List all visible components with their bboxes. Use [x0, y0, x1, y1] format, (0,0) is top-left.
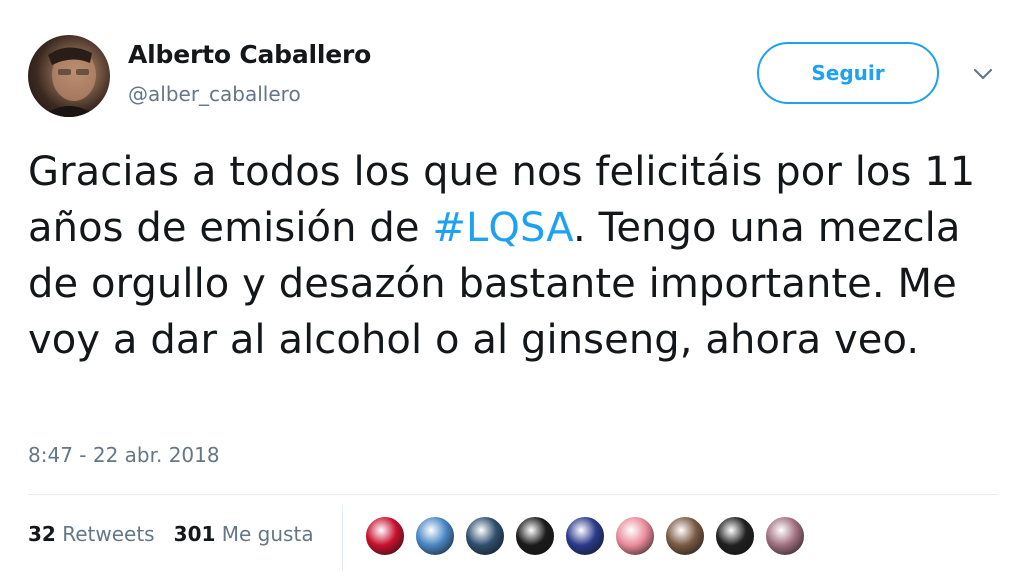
likes-label: Me gusta	[221, 522, 314, 546]
friends-photo-avatar[interactable]	[764, 515, 806, 557]
landscape-avatar[interactable]	[414, 515, 456, 557]
divider	[28, 494, 998, 495]
likers-avatars	[364, 515, 814, 557]
likes-stat[interactable]: 301 Me gusta	[174, 522, 314, 546]
tweet-stats: 32 Retweets 301 Me gusta	[28, 522, 314, 546]
group-photo-avatar[interactable]	[464, 515, 506, 557]
retweets-count: 32	[28, 522, 56, 546]
spain-flag-avatar[interactable]	[364, 515, 406, 557]
author-handle[interactable]: @alber_caballero	[128, 82, 301, 106]
couple-photo-avatar[interactable]	[664, 515, 706, 557]
user-avatar[interactable]	[28, 35, 110, 117]
chevron-down-icon[interactable]	[970, 64, 996, 84]
tweet-text: Gracias a todos los que nos felicitáis p…	[28, 144, 998, 368]
retweets-stat[interactable]: 32 Retweets	[28, 522, 155, 546]
tweet-timestamp[interactable]: 8:47 - 22 abr. 2018	[28, 443, 220, 467]
person-photo-avatar[interactable]	[564, 515, 606, 557]
author-name[interactable]: Alberto Caballero	[128, 40, 371, 69]
tv-logo-avatar[interactable]	[514, 515, 556, 557]
follow-button[interactable]: Seguir	[757, 42, 939, 104]
user-avatar-image	[42, 47, 98, 117]
cartoon-avatar[interactable]	[614, 515, 656, 557]
retweets-label: Retweets	[62, 522, 155, 546]
dark-photo-avatar[interactable]	[714, 515, 756, 557]
stats-divider	[342, 505, 343, 571]
likes-count: 301	[173, 522, 216, 546]
tweet-card: Alberto Caballero @alber_caballero Segui…	[0, 0, 1024, 576]
hashtag-link[interactable]: #LQSA	[432, 205, 573, 251]
